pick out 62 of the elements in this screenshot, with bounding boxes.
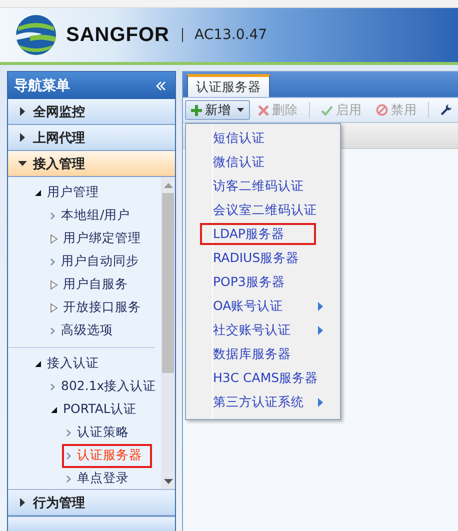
submenu-arrow-icon xyxy=(318,302,323,310)
tree-item[interactable]: 本地组/用户 xyxy=(46,204,140,228)
tree-item[interactable]: 高级选项 xyxy=(46,318,123,342)
scroll-down-icon[interactable] xyxy=(164,478,172,484)
chevron-icon xyxy=(50,212,56,220)
tree-item[interactable]: PORTAL认证 xyxy=(46,398,146,422)
chevron-icon xyxy=(66,474,72,482)
menu-item[interactable]: OA账号认证 xyxy=(200,295,330,317)
tree-item[interactable]: 用户自服务 xyxy=(46,272,138,296)
tab[interactable]: 认证服务器 xyxy=(187,74,270,97)
tree-item[interactable]: 接入认证 xyxy=(30,352,109,376)
collapsed-triangle-icon xyxy=(50,234,58,244)
section-header[interactable]: 全网监控 xyxy=(8,99,175,125)
expanded-triangle-icon xyxy=(34,188,42,196)
chevron-icon xyxy=(50,258,56,266)
scrollbar[interactable] xyxy=(161,177,175,489)
caret-icon xyxy=(237,108,244,112)
collapsed-triangle-icon xyxy=(50,280,58,290)
menu-item[interactable]: 访客二维码认证 xyxy=(200,175,330,197)
menu-item[interactable]: LDAP服务器 xyxy=(200,223,316,245)
expanded-triangle-icon xyxy=(50,406,58,414)
tree-item[interactable]: 认证策略 xyxy=(62,420,139,444)
tree-item[interactable]: 单点登录 xyxy=(62,466,139,489)
version-label: AC13.0.47 xyxy=(194,27,268,43)
down-triangle-icon xyxy=(18,159,27,168)
submenu-arrow-icon xyxy=(318,326,323,334)
menu-item[interactable]: H3C CAMS服务器 xyxy=(200,367,330,389)
section-header[interactable]: 行为管理 xyxy=(8,490,175,516)
prohibited-icon xyxy=(376,104,388,116)
brand-name: SANGFOR xyxy=(66,24,170,46)
tree-item[interactable]: 802.1x接入认证 xyxy=(46,374,161,398)
globe-logo-icon xyxy=(14,13,58,57)
menu-item[interactable]: RADIUS服务器 xyxy=(200,247,330,269)
menu-item[interactable]: 第三方认证系统 xyxy=(200,391,330,413)
section-header[interactable]: 接入管理 xyxy=(8,151,175,177)
menu-item[interactable]: 微信认证 xyxy=(200,151,330,173)
tree-item[interactable]: 开放接口服务 xyxy=(46,296,151,320)
expanded-triangle-icon xyxy=(34,360,42,368)
plus-icon xyxy=(191,104,202,116)
menu-item[interactable]: 社交账号认证 xyxy=(200,319,330,341)
wrench-icon xyxy=(440,104,452,116)
menu-item[interactable]: 会议室二维码认证 xyxy=(200,199,330,221)
add-button[interactable]: 新增 xyxy=(185,100,250,120)
collapsed-triangle-icon xyxy=(50,302,58,312)
right-triangle-icon xyxy=(18,133,27,142)
menu-item[interactable]: 数据库服务器 xyxy=(200,343,330,365)
section-header[interactable]: 上网代理 xyxy=(8,125,175,151)
chevron-icon xyxy=(66,428,72,436)
cross-icon xyxy=(258,104,269,116)
menu-item[interactable]: POP3服务器 xyxy=(200,271,330,293)
chevron-icon xyxy=(50,382,56,390)
right-triangle-icon xyxy=(18,498,27,507)
collapse-icon[interactable] xyxy=(155,80,167,90)
tree-item[interactable]: 用户绑定管理 xyxy=(46,226,151,250)
check-icon xyxy=(321,104,333,116)
tree-item[interactable]: 用户自动同步 xyxy=(46,250,149,274)
right-triangle-icon xyxy=(18,107,27,116)
submenu-arrow-icon xyxy=(318,398,323,406)
sidebar-title: 导航菜单 xyxy=(14,76,70,94)
chevron-icon xyxy=(66,452,72,460)
tree-item[interactable]: 用户管理 xyxy=(30,180,109,204)
chevron-icon xyxy=(50,326,56,334)
